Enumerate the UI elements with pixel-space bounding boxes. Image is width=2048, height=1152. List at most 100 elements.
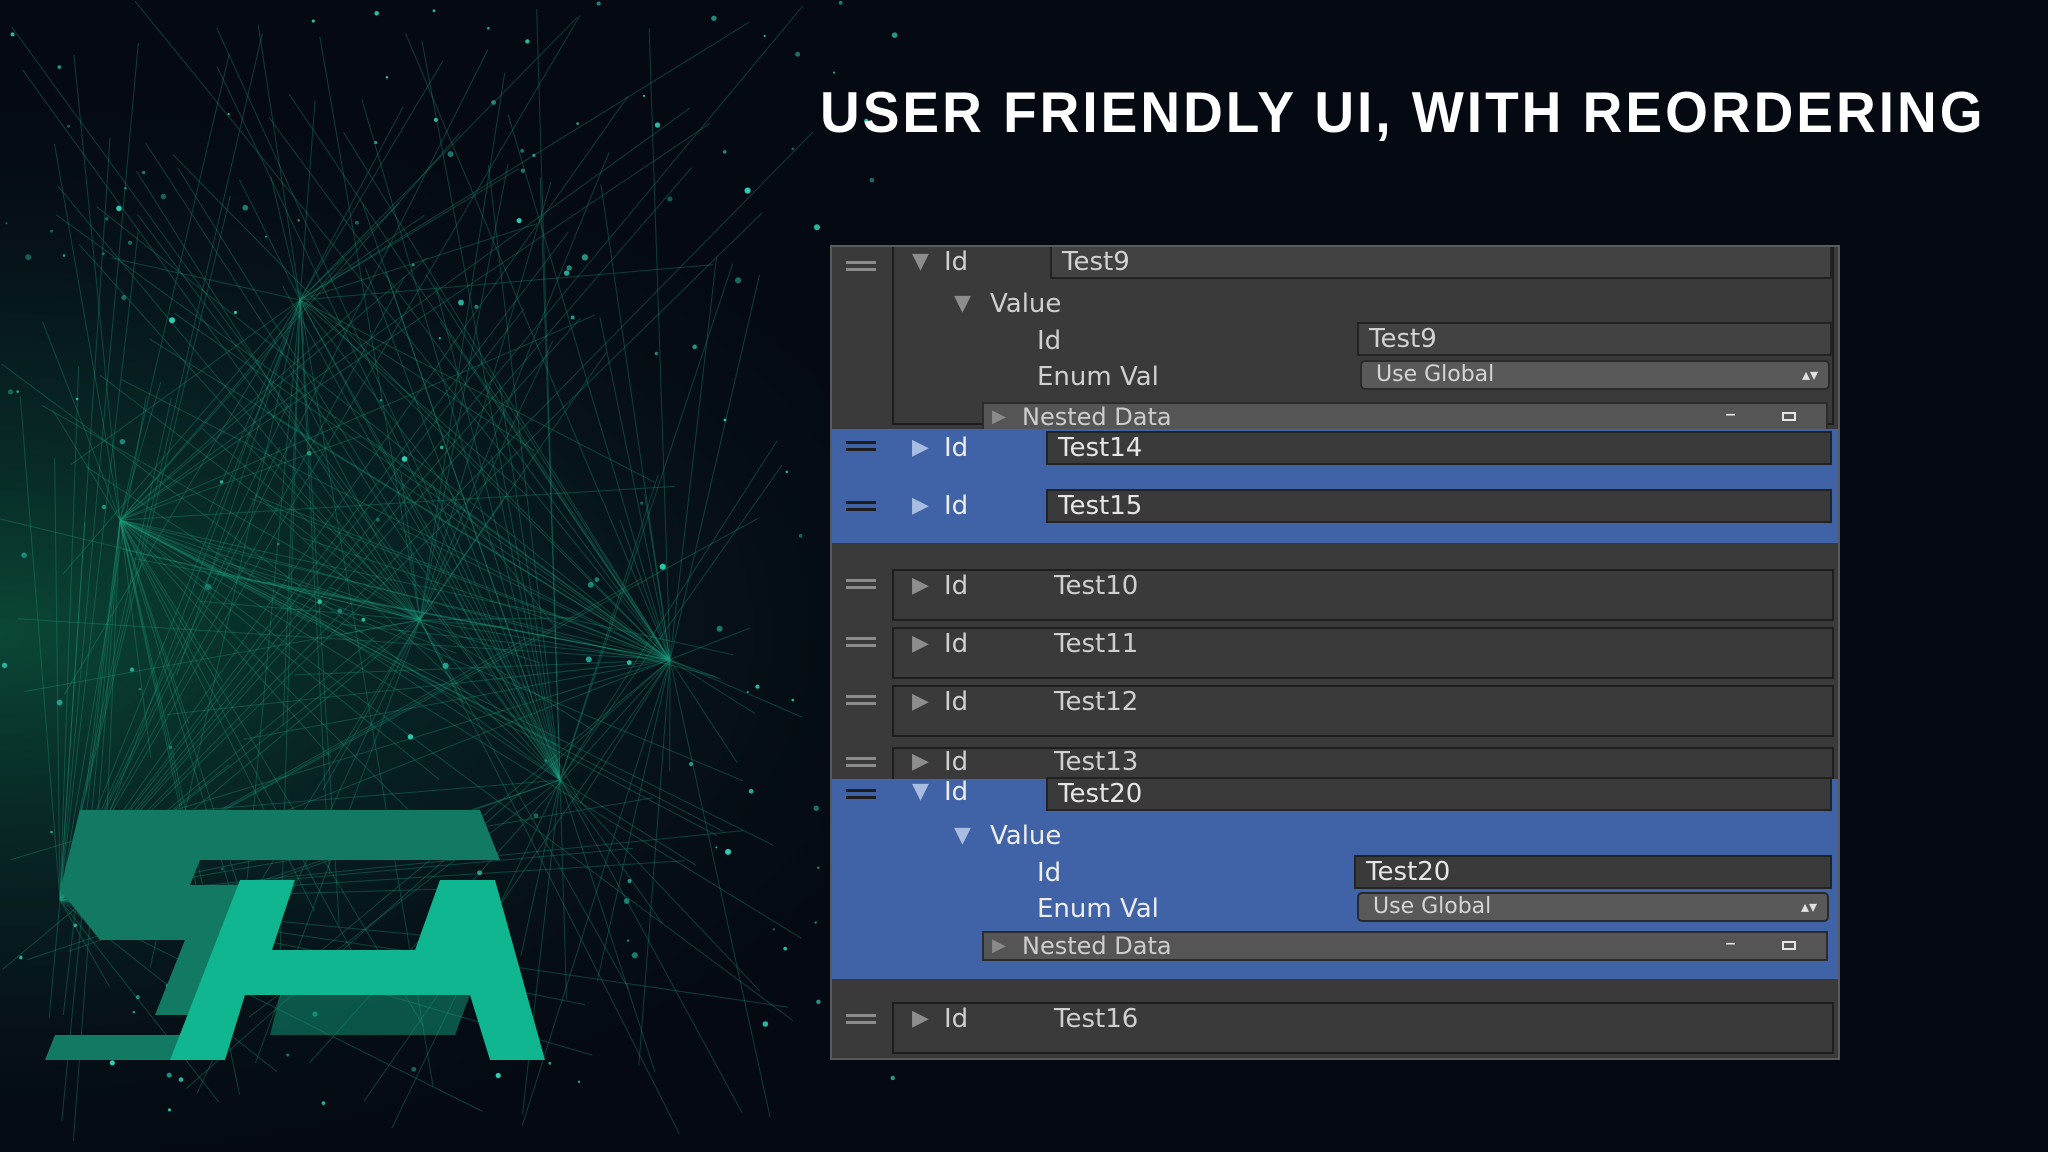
foldout-collapsed-icon[interactable]: ▶ (912, 631, 929, 656)
network-dot (594, 577, 600, 582)
network-dot (659, 563, 666, 570)
reorderable-list-panel: ▼ Id Test9 ▼ Value Id Test9 Enum Val Use… (830, 245, 1840, 1060)
id-field[interactable]: Test12 (1054, 687, 1138, 717)
network-dot (532, 153, 536, 157)
network-dot (544, 759, 547, 762)
drag-handle-icon[interactable] (846, 695, 876, 705)
network-dot (631, 952, 638, 959)
network-dot (626, 660, 632, 665)
id-label: Id (944, 433, 969, 463)
nested-data-label: Nested Data (1022, 403, 1172, 431)
nested-data-foldout[interactable]: ▶ Nested Data – (982, 402, 1828, 432)
network-dot (891, 32, 898, 38)
network-dot (10, 32, 15, 37)
value-foldout-icon[interactable]: ▼ (954, 823, 971, 848)
id-field[interactable]: Test13 (1054, 747, 1138, 777)
network-dot (127, 240, 133, 245)
drag-handle-icon[interactable] (846, 637, 876, 647)
network-dot (168, 317, 176, 324)
network-dot (626, 939, 630, 942)
network-dot (744, 187, 751, 194)
network-dot (21, 552, 27, 559)
network-dot (311, 19, 315, 23)
foldout-collapsed-icon[interactable]: ▶ (912, 1006, 929, 1031)
remove-icon[interactable]: – (1725, 931, 1736, 957)
add-icon[interactable] (1782, 412, 1796, 421)
network-dot (242, 204, 249, 211)
value-id-field[interactable]: Test20 (1354, 855, 1832, 889)
id-field[interactable]: Test10 (1054, 571, 1138, 601)
foldout-expanded-icon[interactable]: ▼ (912, 249, 929, 274)
nested-data-label: Nested Data (1022, 932, 1172, 960)
list-element-selected[interactable]: ▶ Id Test15 (832, 487, 1838, 543)
drag-handle-icon[interactable] (846, 441, 876, 451)
collapsed-caret-icon: ▶ (992, 935, 1006, 956)
network-dot (566, 265, 572, 271)
network-dot (798, 534, 803, 538)
enum-val-label: Enum Val (1037, 362, 1159, 392)
drag-handle-icon[interactable] (846, 757, 876, 767)
network-dot (321, 1101, 326, 1105)
network-dot (723, 418, 727, 422)
network-dot (233, 310, 238, 315)
network-dot (407, 734, 414, 740)
id-field[interactable]: Test16 (1054, 1004, 1138, 1034)
network-dot (204, 583, 212, 590)
network-dot (141, 170, 146, 175)
drag-handle-icon[interactable] (846, 1014, 876, 1024)
value-foldout-icon[interactable]: ▼ (954, 291, 971, 316)
list-element-selected[interactable]: ▼ Id Test20 ▼ Value Id Test20 Enum Val U… (832, 777, 1838, 979)
id-label: Id (944, 1004, 969, 1034)
network-dot (654, 122, 661, 128)
foldout-collapsed-icon[interactable]: ▶ (912, 749, 929, 774)
network-dot (401, 456, 408, 462)
network-dot (623, 898, 630, 904)
network-dot (627, 878, 632, 884)
foldout-expanded-icon[interactable]: ▼ (912, 779, 929, 804)
add-icon[interactable] (1782, 941, 1796, 950)
network-dot (748, 788, 754, 794)
drag-handle-icon[interactable] (846, 261, 876, 271)
network-dot (105, 217, 109, 221)
value-id-field[interactable]: Test9 (1357, 322, 1832, 356)
network-dot (374, 11, 379, 16)
network-dot (585, 656, 592, 663)
foldout-collapsed-icon[interactable]: ▶ (912, 493, 929, 518)
foldout-collapsed-icon[interactable]: ▶ (912, 689, 929, 714)
enum-val-dropdown[interactable]: Use Global ▴▾ (1357, 892, 1829, 922)
network-dot (167, 1108, 172, 1112)
foldout-collapsed-icon[interactable]: ▶ (912, 573, 929, 598)
id-field[interactable]: Test9 (1050, 247, 1832, 279)
foldout-collapsed-icon[interactable]: ▶ (912, 435, 929, 460)
network-dot (795, 51, 801, 57)
id-field[interactable]: Test11 (1054, 629, 1138, 659)
network-dot (667, 196, 673, 202)
network-dot (276, 542, 280, 546)
drag-handle-icon[interactable] (846, 501, 876, 511)
id-field[interactable]: Test15 (1046, 489, 1832, 523)
list-element: ▼ Id Test9 ▼ Value Id Test9 Enum Val Use… (832, 247, 1838, 432)
network-dot (227, 113, 230, 116)
enum-val-dropdown[interactable]: Use Global ▴▾ (1360, 360, 1830, 390)
list-element: ▶ Id Test16 (832, 1002, 1838, 1054)
id-field[interactable]: Test20 (1046, 777, 1832, 811)
remove-icon[interactable]: – (1725, 402, 1736, 428)
id-field[interactable]: Test14 (1046, 431, 1832, 465)
network-dot (168, 745, 173, 749)
network-dot (838, 0, 843, 5)
drag-handle-icon[interactable] (846, 579, 876, 589)
network-dot (379, 399, 383, 402)
network-dot (816, 866, 820, 870)
network-dot (715, 846, 718, 849)
network-dot (355, 220, 359, 225)
list-element-selected[interactable]: ▶ Id Test14 (832, 429, 1838, 487)
network-dot (432, 9, 436, 13)
network-dot (570, 315, 575, 320)
nested-data-foldout[interactable]: ▶ Nested Data – (982, 931, 1828, 961)
network-dot (121, 295, 127, 301)
network-dot (587, 581, 594, 588)
network-dot (442, 662, 449, 669)
drag-handle-icon[interactable] (846, 789, 876, 799)
network-dot (735, 277, 742, 284)
network-dot (791, 698, 795, 702)
